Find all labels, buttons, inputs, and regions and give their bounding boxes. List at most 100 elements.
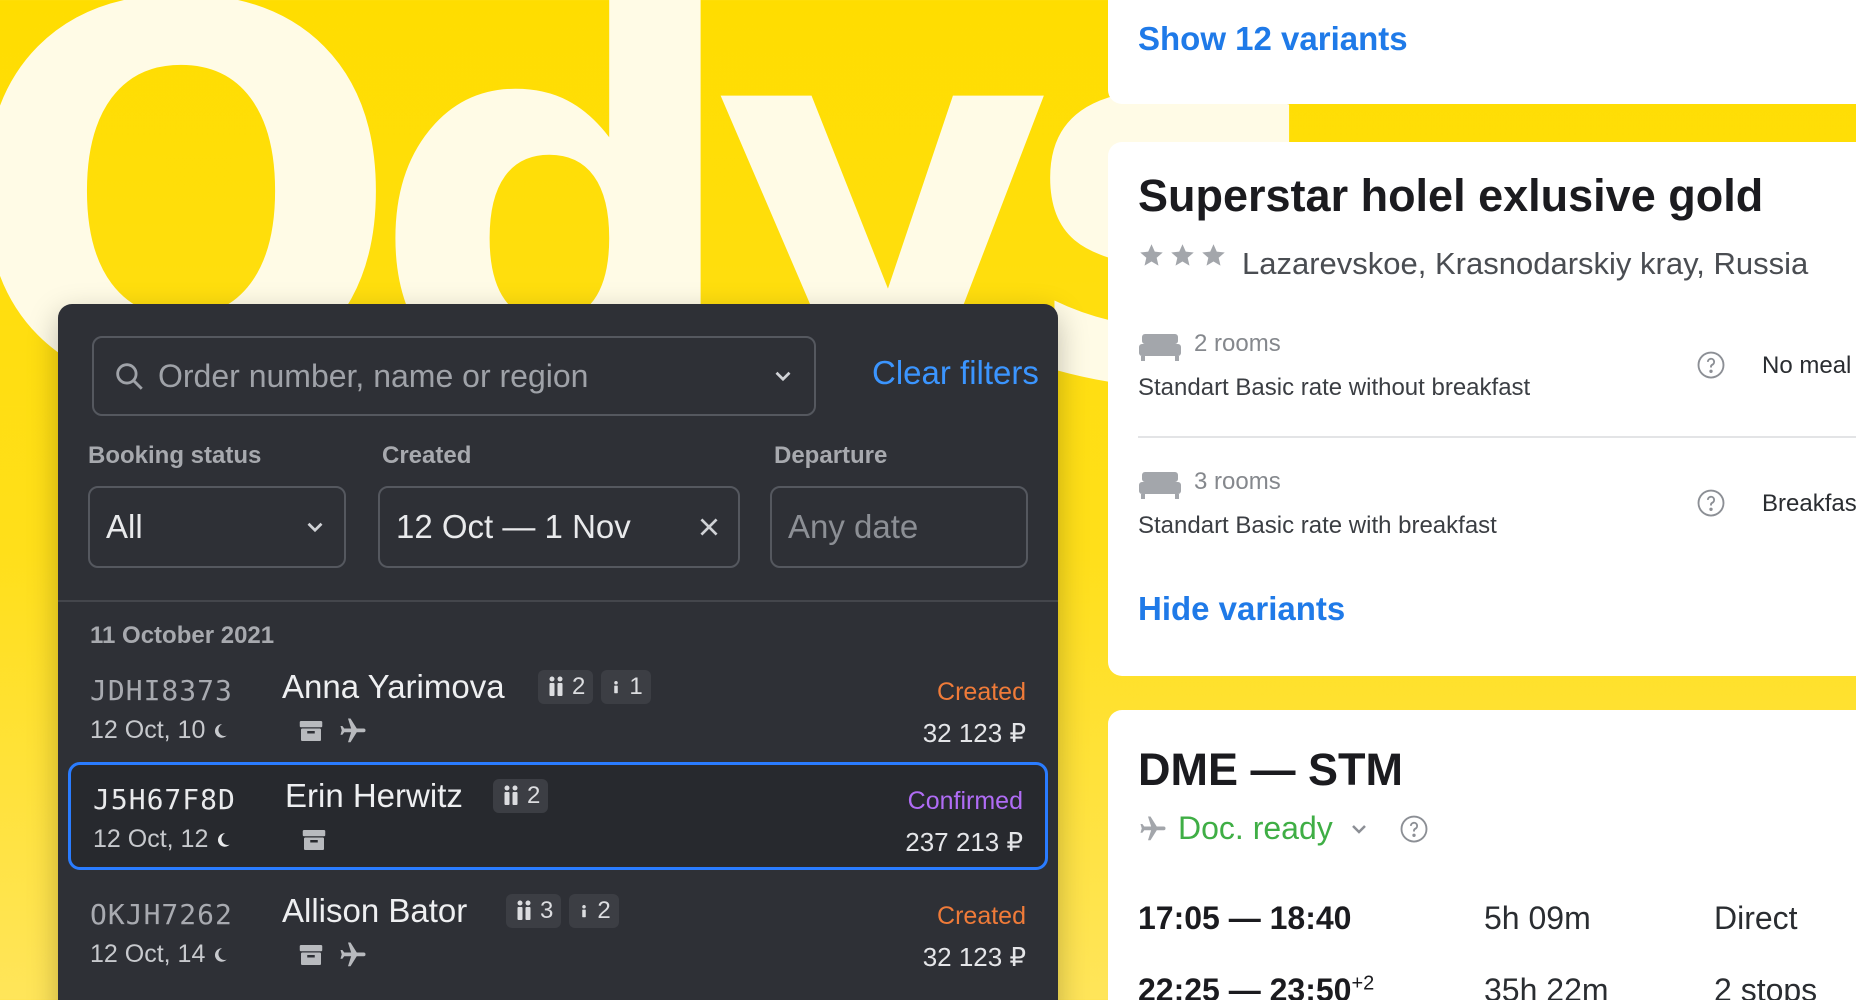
date-group-heading: 11 October 2021 — [90, 622, 275, 649]
room-variant[interactable]: 3 rooms Standart Basic rate with breakfa… — [1138, 460, 1856, 570]
show-variants-link[interactable]: Show 12 variants — [1138, 20, 1408, 58]
booking-status-value: All — [106, 508, 143, 545]
order-price: 32 123 ₽ — [922, 718, 1026, 748]
order-created-text: 12 Oct, 10 — [90, 716, 206, 744]
order-price: 237 213 ₽ — [905, 827, 1023, 857]
child-icon — [582, 905, 587, 918]
star-icon — [1171, 244, 1194, 266]
rate-name: Standart Basic rate with breakfast — [1138, 512, 1497, 539]
guest-chips: 2 — [493, 779, 549, 813]
departure-date-field[interactable]: Any date — [770, 486, 1028, 568]
guest-chips: 2 1 — [538, 670, 651, 704]
booking-status-label: Booking status — [88, 442, 262, 469]
order-id: OKJH7262 — [90, 898, 233, 931]
room-variant[interactable]: 2 rooms Standart Basic rate without brea… — [1138, 322, 1856, 432]
order-service-icons — [296, 940, 368, 970]
clear-x-icon[interactable] — [696, 514, 722, 540]
rate-name: Standart Basic rate without breakfast — [1138, 374, 1531, 401]
hotel-card: Superstar holel exlusive gold Lazarevsko… — [1108, 142, 1856, 676]
children-count: 1 — [629, 673, 643, 700]
hotel-location: Lazarevskoe, Krasnodarskiy kray, Russia — [1242, 246, 1809, 281]
flight-times: 22:25 — 23:50+2 — [1138, 972, 1374, 1000]
flight-stops: Direct — [1714, 900, 1798, 936]
meal-type: Breakfas — [1762, 490, 1856, 517]
day-offset: +2 — [1351, 972, 1375, 995]
created-date-range-value: 12 Oct — 1 Nov — [396, 508, 631, 545]
child-icon — [614, 681, 619, 694]
children-count: 2 — [597, 897, 611, 924]
booking-status-select[interactable]: All — [88, 486, 346, 568]
order-created-time: 12 Oct, 12 — [93, 825, 232, 854]
search-row: Order number, name or region Clear filte… — [92, 336, 1039, 416]
flight-stops: 2 stops — [1714, 972, 1818, 1000]
created-date-range-field[interactable]: 12 Oct — 1 Nov — [378, 486, 740, 568]
panel-divider — [58, 600, 1058, 602]
order-row-selected[interactable]: J5H67F8D 12 Oct, 12 Erin Herwitz 2 Confi… — [68, 762, 1048, 870]
hotel-icon — [299, 721, 323, 741]
adults-chip: 2 — [493, 779, 549, 813]
rooms-count: 2 rooms — [1194, 330, 1281, 357]
doc-status-row[interactable]: Doc. ready — [1138, 810, 1429, 847]
help-circle-icon[interactable] — [1696, 350, 1726, 380]
search-placeholder: Order number, name or region — [158, 357, 589, 394]
flight-times: 17:05 — 18:40 — [1138, 900, 1351, 937]
meal-type: No meal — [1762, 352, 1852, 379]
status-badge: Created — [937, 678, 1026, 706]
adults-count: 2 — [527, 782, 541, 809]
rooms-count: 3 rooms — [1194, 468, 1281, 495]
hotel-icon — [302, 830, 326, 850]
bed-icon — [1139, 472, 1181, 499]
customer-name: Allison Bator — [282, 892, 468, 929]
adults-icon — [517, 900, 531, 920]
children-chip: 1 — [601, 670, 651, 704]
hide-variants-link[interactable]: Hide variants — [1138, 590, 1345, 628]
help-circle-icon[interactable] — [1696, 488, 1726, 518]
booking-list-panel: Order number, name or region Clear filte… — [58, 304, 1058, 1000]
flight-times-text: 22:25 — 23:50 — [1138, 972, 1352, 1000]
adults-count: 2 — [572, 673, 586, 700]
order-row[interactable]: OKJH7262 12 Oct, 14 Allison Bator 3 2 Cr… — [68, 880, 1048, 988]
hotel-title: Superstar holel exlusive gold — [1138, 170, 1764, 221]
hotel-icon — [299, 945, 323, 965]
plane-icon — [1140, 816, 1166, 840]
order-id: JDHI8373 — [90, 674, 233, 707]
flight-times-text: 17:05 — 18:40 — [1138, 900, 1352, 936]
flight-card: DME — STM Doc. ready 17:05 — 18:40 5h 09… — [1108, 710, 1856, 1000]
doc-status: Doc. ready — [1178, 810, 1333, 846]
order-price: 32 123 ₽ — [922, 942, 1026, 972]
clear-filters-link[interactable]: Clear filters — [872, 354, 1039, 392]
adults-count: 3 — [540, 897, 554, 924]
moon-icon — [218, 832, 231, 847]
adults-icon — [549, 676, 563, 696]
chevron-down-icon[interactable] — [770, 363, 796, 389]
flight-option[interactable]: 17:05 — 18:40 5h 09m Direct — [1138, 900, 1856, 950]
flight-duration: 35h 22m — [1484, 972, 1609, 1000]
order-created-text: 12 Oct, 12 — [93, 825, 209, 853]
search-icon — [116, 363, 143, 390]
customer-name: Erin Herwitz — [285, 777, 463, 814]
plane-icon — [340, 942, 366, 967]
flight-duration: 5h 09m — [1484, 900, 1591, 936]
flight-option[interactable]: 22:25 — 23:50+2 35h 22m 2 stops — [1138, 972, 1856, 1000]
variants-card: Show 12 variants — [1108, 0, 1856, 104]
adults-icon — [504, 785, 518, 805]
star-icon — [1202, 244, 1225, 266]
bed-icon — [1139, 334, 1181, 361]
order-created-text: 12 Oct, 14 — [90, 940, 206, 968]
moon-icon — [215, 947, 228, 962]
hotel-stars — [1138, 242, 1227, 269]
help-circle-icon[interactable] — [1399, 814, 1429, 844]
order-row[interactable]: JDHI8373 12 Oct, 10 Anna Yarimova 2 1 Cr… — [68, 656, 1048, 764]
departure-placeholder: Any date — [788, 508, 919, 545]
order-id: J5H67F8D — [93, 783, 236, 816]
created-label: Created — [382, 442, 472, 469]
adults-chip: 2 — [538, 670, 594, 704]
order-created-time: 12 Oct, 10 — [90, 716, 229, 745]
chevron-down-icon[interactable] — [1347, 817, 1371, 841]
search-input[interactable]: Order number, name or region — [92, 336, 816, 416]
chevron-down-icon — [307, 522, 323, 533]
adults-chip: 3 — [506, 894, 562, 928]
flight-route: DME — STM — [1138, 744, 1403, 795]
order-service-icons — [296, 716, 368, 746]
order-service-icons — [299, 825, 329, 855]
